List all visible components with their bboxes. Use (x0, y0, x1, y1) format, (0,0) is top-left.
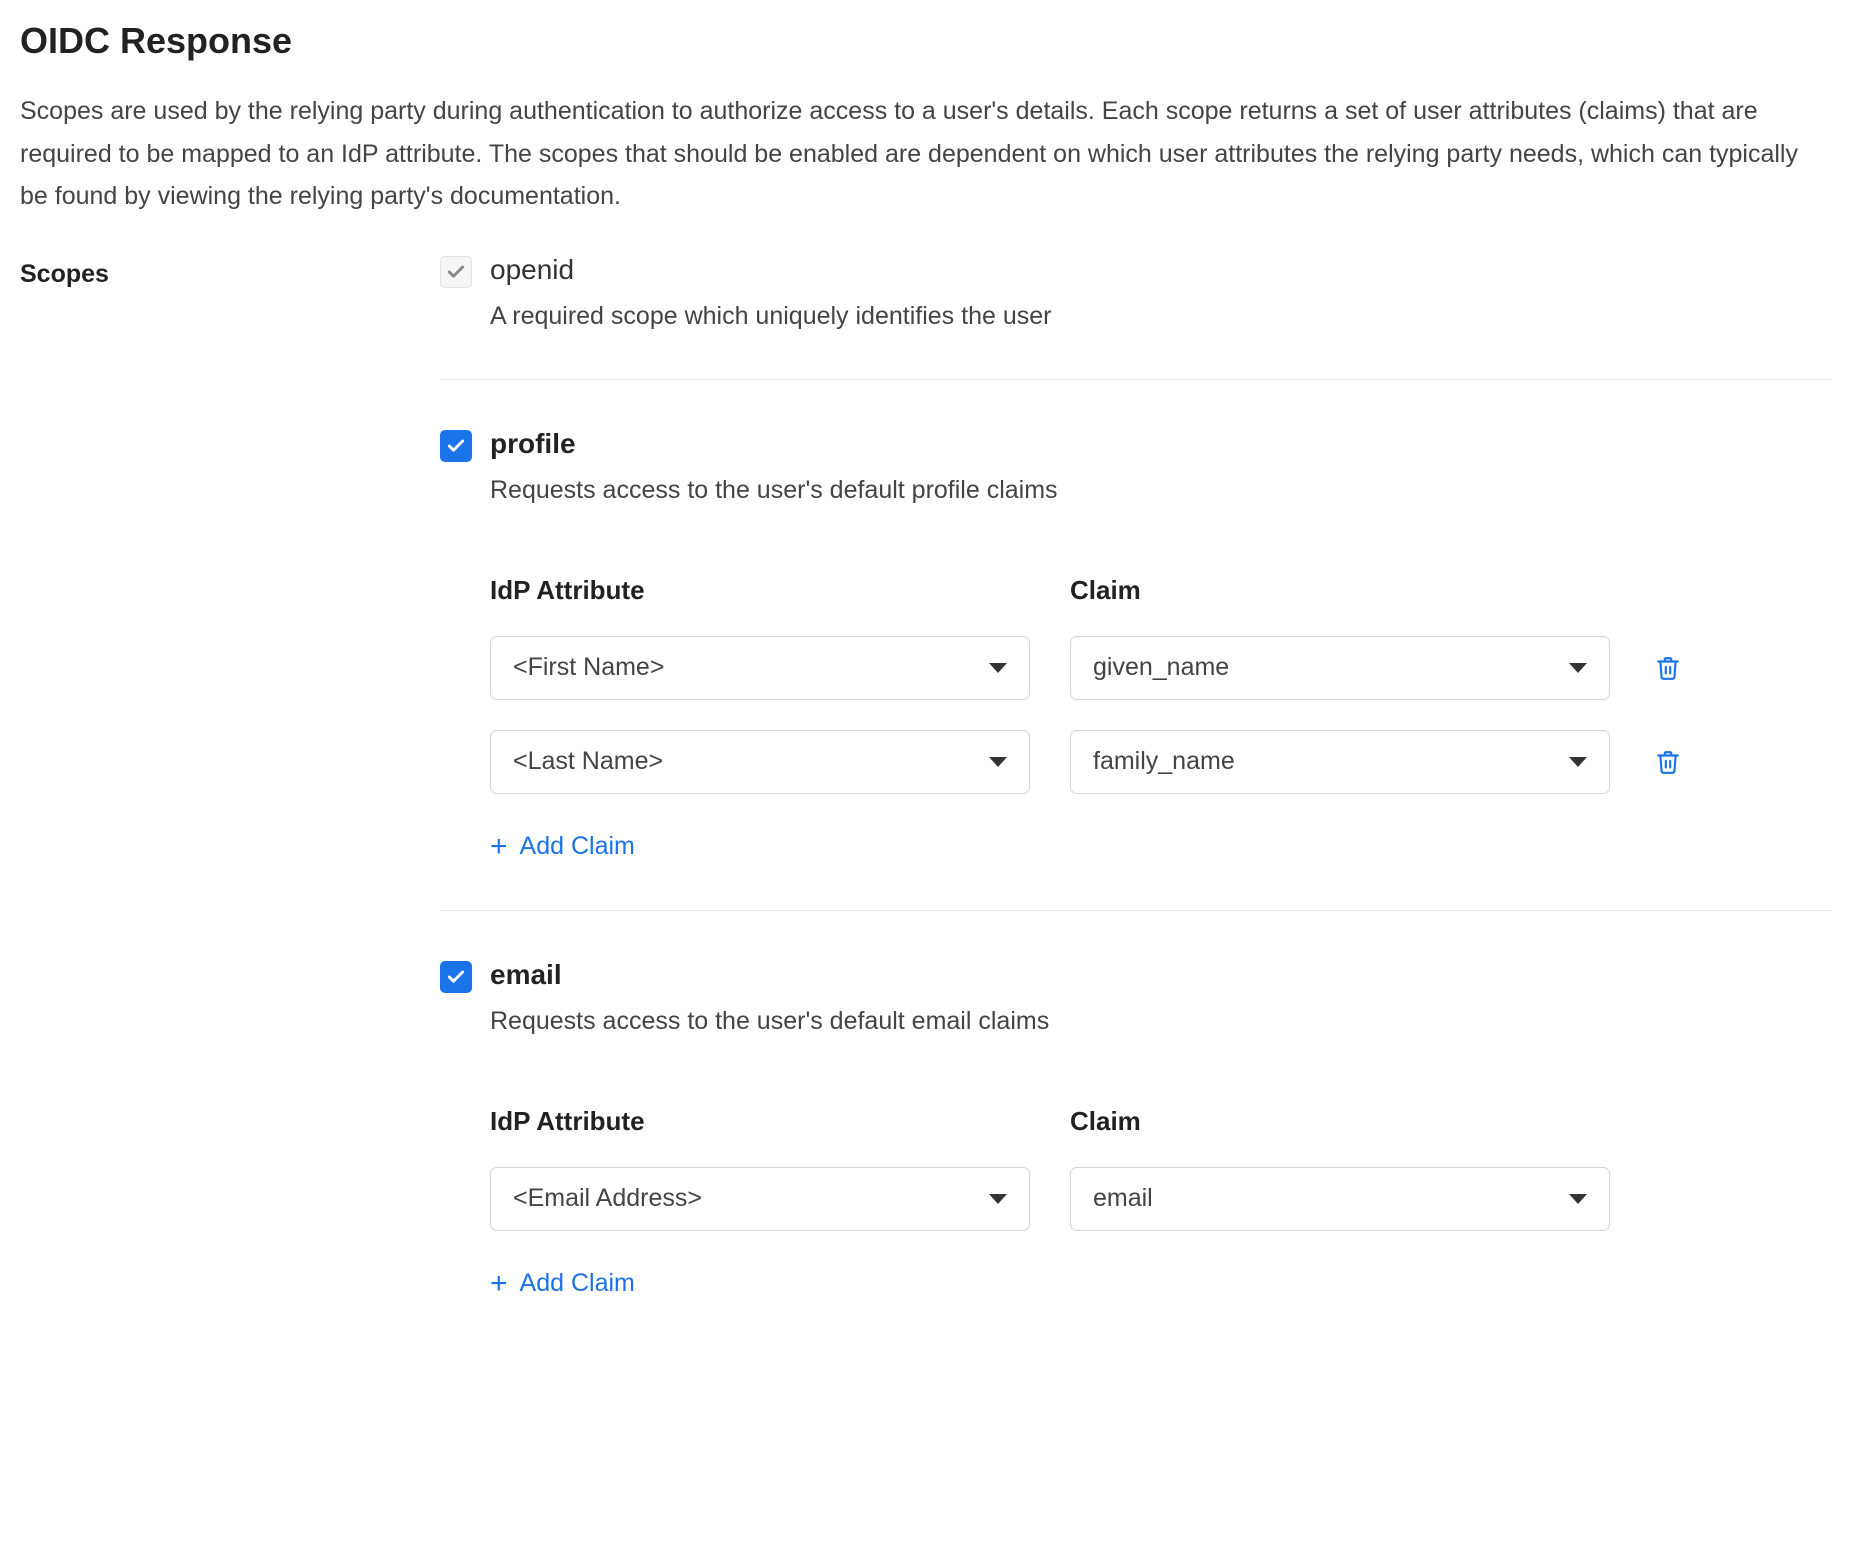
scope-email-title: email (490, 959, 562, 991)
chevron-down-icon (989, 663, 1007, 673)
scope-profile-title: profile (490, 428, 576, 460)
select-value: family_name (1093, 747, 1235, 776)
scope-email: email Requests access to the user's defa… (440, 959, 1832, 1347)
select-value: <Email Address> (513, 1184, 702, 1213)
select-value: given_name (1093, 653, 1229, 682)
add-claim-label: Add Claim (520, 832, 635, 861)
col-idp-attribute: IdP Attribute (490, 1106, 1030, 1137)
delete-claim-button[interactable] (1650, 650, 1686, 686)
add-claim-label: Add Claim (520, 1269, 635, 1298)
intro-text: Scopes are used by the relying party dur… (20, 90, 1810, 218)
select-value: <Last Name> (513, 747, 663, 776)
check-icon (446, 262, 466, 282)
col-idp-attribute: IdP Attribute (490, 575, 1030, 606)
scope-profile-desc: Requests access to the user's default pr… (490, 476, 1832, 505)
scope-email-desc: Requests access to the user's default em… (490, 1007, 1832, 1036)
chevron-down-icon (1569, 1194, 1587, 1204)
checkbox-email[interactable] (440, 961, 472, 993)
col-claim: Claim (1070, 1106, 1610, 1137)
claim-select[interactable]: family_name (1070, 730, 1610, 794)
trash-icon (1655, 749, 1681, 775)
trash-icon (1655, 655, 1681, 681)
plus-icon: + (490, 832, 508, 862)
idp-attribute-select[interactable]: <Email Address> (490, 1167, 1030, 1231)
chevron-down-icon (1569, 663, 1587, 673)
idp-attribute-select[interactable]: <Last Name> (490, 730, 1030, 794)
chevron-down-icon (989, 1194, 1007, 1204)
add-claim-button[interactable]: + Add Claim (490, 1269, 635, 1299)
col-claim: Claim (1070, 575, 1610, 606)
select-value: <First Name> (513, 653, 664, 682)
plus-icon: + (490, 1269, 508, 1299)
chevron-down-icon (1569, 757, 1587, 767)
chevron-down-icon (989, 757, 1007, 767)
scope-openid: openid A required scope which uniquely i… (440, 254, 1832, 380)
claim-row: <Email Address> email (490, 1167, 1832, 1231)
scope-openid-desc: A required scope which uniquely identifi… (490, 302, 1832, 331)
idp-attribute-select[interactable]: <First Name> (490, 636, 1030, 700)
claim-row: <First Name> given_name (490, 636, 1832, 700)
checkbox-profile[interactable] (440, 430, 472, 462)
scopes-label: Scopes (20, 254, 440, 289)
checkbox-openid (440, 256, 472, 288)
claim-row: <Last Name> family_name (490, 730, 1832, 794)
scope-openid-title: openid (490, 254, 574, 286)
check-icon (446, 436, 466, 456)
claim-select[interactable]: email (1070, 1167, 1610, 1231)
claim-select[interactable]: given_name (1070, 636, 1610, 700)
page-title: OIDC Response (20, 20, 1832, 62)
add-claim-button[interactable]: + Add Claim (490, 832, 635, 862)
scope-profile: profile Requests access to the user's de… (440, 428, 1832, 911)
select-value: email (1093, 1184, 1153, 1213)
check-icon (446, 967, 466, 987)
delete-claim-button[interactable] (1650, 744, 1686, 780)
